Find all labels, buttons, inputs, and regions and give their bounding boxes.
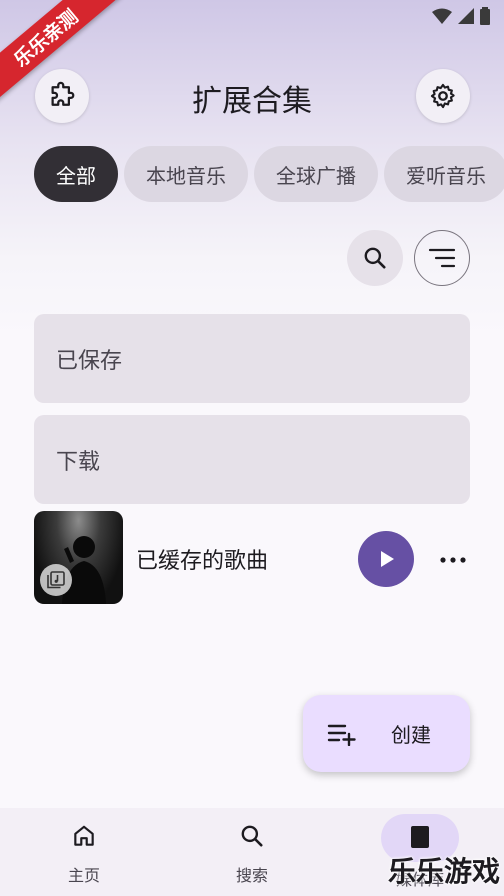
nav-search-icon-wrap — [220, 818, 284, 854]
signal-icon — [458, 8, 474, 24]
gear-icon — [430, 83, 455, 109]
status-icons — [432, 7, 490, 25]
download-card[interactable]: 下载 — [34, 415, 470, 504]
chip-global-radio[interactable]: 全球广播 — [254, 146, 378, 202]
play-button[interactable] — [358, 531, 414, 587]
search-button[interactable] — [347, 230, 403, 286]
music-library-icon — [47, 571, 65, 589]
nav-home-icon-wrap — [52, 818, 116, 854]
create-fab[interactable]: 创建 — [303, 695, 470, 772]
saved-card[interactable]: 已保存 — [34, 314, 470, 403]
nav-search[interactable]: 搜索 — [192, 818, 312, 894]
filter-chips: 全部 本地音乐 全球广播 爱听音乐 — [34, 146, 504, 202]
settings-button[interactable] — [416, 69, 470, 123]
search-icon — [241, 825, 263, 847]
library-icon — [411, 826, 429, 848]
album-art — [34, 511, 123, 604]
chip-aiting-music[interactable]: 爱听音乐 — [384, 146, 504, 202]
nav-home-label: 主页 — [67, 866, 100, 885]
home-icon — [74, 825, 94, 846]
battery-icon — [480, 7, 490, 25]
create-label: 创建 — [391, 723, 431, 747]
wifi-icon — [432, 8, 452, 24]
more-button[interactable] — [438, 545, 468, 575]
more-horizontal-icon — [440, 557, 466, 563]
watermark-bottom: 乐乐游戏 — [387, 855, 500, 888]
nav-search-label: 搜索 — [235, 866, 268, 885]
saved-card-label: 已保存 — [56, 348, 123, 374]
song-title: 已缓存的歌曲 — [136, 549, 269, 574]
playlist-add-icon — [327, 724, 356, 746]
chip-all[interactable]: 全部 — [34, 146, 118, 202]
search-icon — [364, 247, 386, 269]
download-card-label: 下载 — [56, 449, 101, 475]
sort-button[interactable] — [414, 230, 470, 286]
chip-local-music[interactable]: 本地音乐 — [124, 146, 248, 202]
sort-icon — [428, 248, 456, 268]
nav-home[interactable]: 主页 — [24, 818, 144, 894]
cached-badge — [40, 564, 72, 596]
play-icon — [381, 551, 394, 567]
list-item[interactable]: 已缓存的歌曲 — [34, 511, 470, 604]
